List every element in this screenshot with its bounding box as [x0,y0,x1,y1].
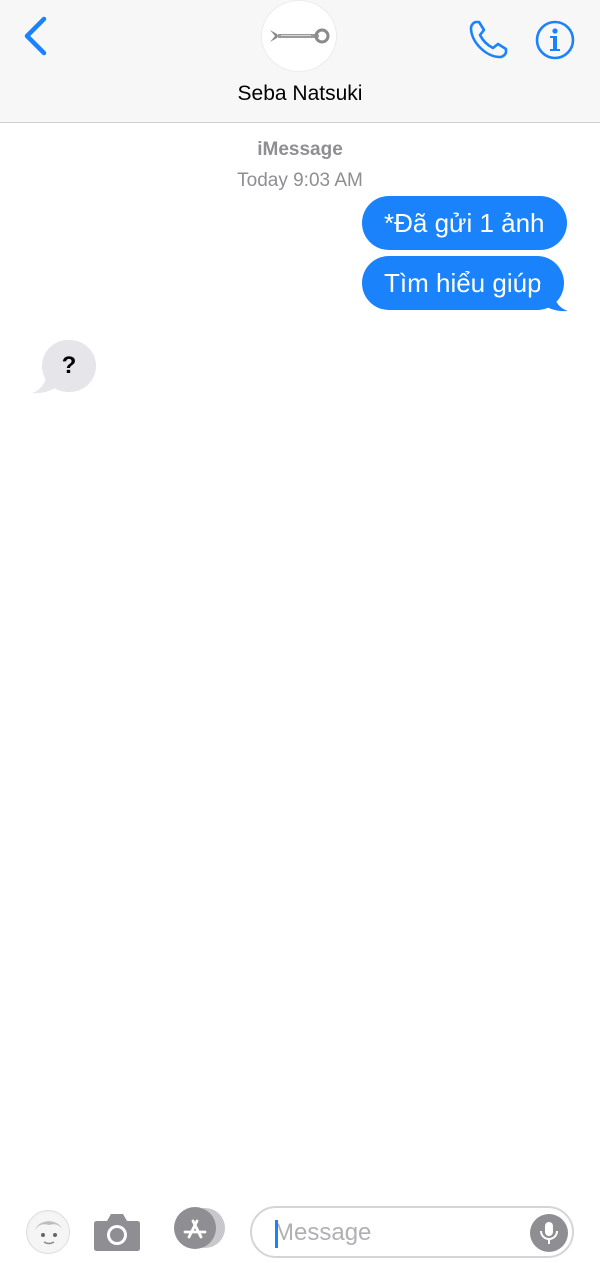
dictation-button[interactable] [530,1214,568,1252]
sent-message-bubble[interactable]: *Đã gửi 1 ảnh [362,196,567,250]
timestamp-label: Today 9:03 AM [237,170,363,191]
compose-bar [0,1190,600,1263]
received-message-bubble[interactable]: ? [42,340,96,392]
messages-screen: Seba Natsuki iMessage Today 9:03 AM *Đã … [0,0,600,1263]
call-button[interactable] [466,16,512,62]
sent-message-bubble[interactable]: Tìm hiểu giúp [362,256,564,310]
memoji-avatar-icon [29,1213,69,1253]
sent-bubble-tail [540,284,568,312]
info-icon [535,20,575,60]
app-store-button[interactable] [171,1206,227,1250]
phone-icon [469,20,508,59]
memoji-button[interactable] [26,1210,70,1254]
chevron-left-icon [24,16,47,56]
contact-name[interactable]: Seba Natsuki [0,82,600,106]
service-label: iMessage [257,139,343,160]
camera-icon [94,1214,140,1251]
text-caret [275,1220,278,1248]
message-field[interactable] [250,1206,574,1258]
message-input[interactable] [274,1216,524,1250]
contact-avatar[interactable] [261,0,337,72]
conversation-header: Seba Natsuki [0,0,600,123]
wrench-icon [270,28,330,44]
back-button[interactable] [18,14,58,60]
app-store-icon [174,1207,225,1249]
microphone-icon [540,1222,558,1244]
camera-button[interactable] [93,1210,141,1252]
info-button[interactable] [534,19,576,61]
